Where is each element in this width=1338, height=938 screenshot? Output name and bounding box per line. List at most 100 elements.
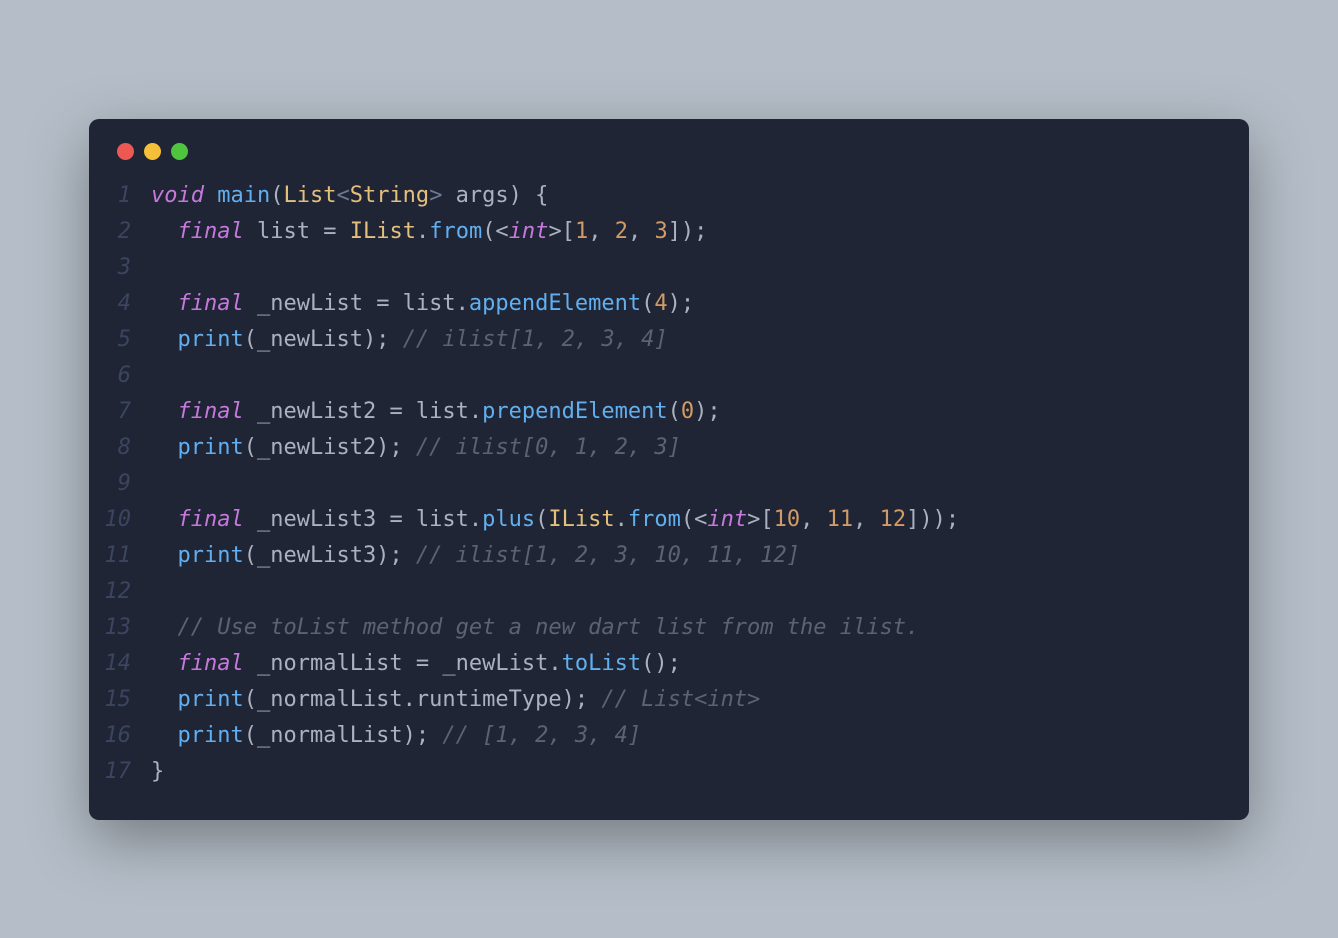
- line-number: 16: [89, 718, 151, 754]
- token-kw-int: int: [509, 219, 549, 244]
- code-line: 16 print(_normalList); // [1, 2, 3, 4]: [89, 718, 1229, 754]
- minimize-button[interactable]: [144, 143, 161, 160]
- token-punct: =: [323, 219, 336, 244]
- token-punct: ,: [853, 507, 880, 532]
- token-punct-dim: <: [336, 183, 349, 208]
- code-content: [151, 250, 1229, 286]
- code-content: [151, 574, 1229, 610]
- token-ident: _normalList: [244, 651, 416, 676]
- token-num: 10: [774, 507, 801, 532]
- line-number: 14: [89, 646, 151, 682]
- token-punct: =: [416, 651, 429, 676]
- code-line: 5 print(_newList); // ilist[1, 2, 3, 4]: [89, 322, 1229, 358]
- code-content: final list = IList.from(<int>[1, 2, 3]);: [151, 214, 1229, 250]
- token-method: from: [429, 219, 482, 244]
- token-punct: [151, 507, 178, 532]
- token-punct: (: [270, 183, 283, 208]
- token-punct: ]));: [906, 507, 959, 532]
- token-method: from: [628, 507, 681, 532]
- code-line: 4 final _newList = list.appendElement(4)…: [89, 286, 1229, 322]
- code-line: 10 final _newList3 = list.plus(IList.fro…: [89, 502, 1229, 538]
- token-call: print: [178, 435, 244, 460]
- code-line: 7 final _newList2 = list.prependElement(…: [89, 394, 1229, 430]
- token-kw-final: final: [178, 291, 244, 316]
- line-number: 1: [89, 178, 151, 214]
- token-num: 11: [827, 507, 854, 532]
- token-punct: (: [535, 507, 548, 532]
- token-punct: >[: [747, 507, 774, 532]
- token-num: 0: [681, 399, 694, 424]
- token-ident: [336, 219, 349, 244]
- token-fn-main: main: [217, 183, 270, 208]
- code-line: 14 final _normalList = _newList.toList()…: [89, 646, 1229, 682]
- token-call: print: [178, 723, 244, 748]
- token-kw-void: void: [151, 183, 204, 208]
- token-ident: list.: [403, 507, 482, 532]
- token-punct: [204, 183, 217, 208]
- token-punct-dim: >: [429, 183, 442, 208]
- token-ident: list.: [403, 399, 482, 424]
- line-number: 13: [89, 610, 151, 646]
- token-punct: (: [668, 399, 681, 424]
- token-punct: [151, 651, 178, 676]
- line-number: 10: [89, 502, 151, 538]
- code-content: print(_newList2); // ilist[0, 1, 2, 3]: [151, 430, 1229, 466]
- token-punct: );: [668, 291, 695, 316]
- token-num: 2: [615, 219, 628, 244]
- token-method: appendElement: [469, 291, 641, 316]
- token-ident: list.: [389, 291, 468, 316]
- token-punct: (_newList);: [244, 327, 403, 352]
- token-punct: (: [641, 291, 654, 316]
- token-punct: ,: [588, 219, 615, 244]
- line-number: 6: [89, 358, 151, 394]
- token-punct: (_normalList.runtimeType);: [244, 687, 602, 712]
- line-number: 7: [89, 394, 151, 430]
- token-punct: =: [376, 291, 389, 316]
- line-number: 17: [89, 754, 151, 790]
- code-content: [151, 466, 1229, 502]
- token-punct: [151, 435, 178, 460]
- token-punct: (_newList3);: [244, 543, 416, 568]
- token-punct: =: [389, 399, 402, 424]
- token-method: prependElement: [482, 399, 667, 424]
- line-number: 15: [89, 682, 151, 718]
- code-content: final _newList3 = list.plus(IList.from(<…: [151, 502, 1229, 538]
- token-punct: );: [694, 399, 721, 424]
- token-ident: _newList.: [429, 651, 561, 676]
- line-number: 4: [89, 286, 151, 322]
- token-punct: [151, 219, 178, 244]
- token-punct: [151, 543, 178, 568]
- token-type: IList: [548, 507, 614, 532]
- token-type: List: [283, 183, 336, 208]
- token-punct: [151, 291, 178, 316]
- line-number: 12: [89, 574, 151, 610]
- code-line: 9: [89, 466, 1229, 502]
- close-button[interactable]: [117, 143, 134, 160]
- token-comment: // Use toList method get a new dart list…: [178, 615, 920, 640]
- token-punct: ) {: [509, 183, 549, 208]
- token-punct: (_newList2);: [244, 435, 416, 460]
- token-punct: ,: [800, 507, 827, 532]
- token-method: plus: [482, 507, 535, 532]
- token-comment: // ilist[0, 1, 2, 3]: [416, 435, 681, 460]
- code-line: 11 print(_newList3); // ilist[1, 2, 3, 1…: [89, 538, 1229, 574]
- token-method: toList: [562, 651, 641, 676]
- code-editor[interactable]: 1void main(List<String> args) {2 final l…: [89, 178, 1249, 790]
- token-punct: [151, 399, 178, 424]
- maximize-button[interactable]: [171, 143, 188, 160]
- token-comment: // ilist[1, 2, 3, 4]: [403, 327, 668, 352]
- token-ident: _newList: [244, 291, 376, 316]
- token-ident: _newList3: [244, 507, 390, 532]
- token-punct: ,: [628, 219, 655, 244]
- code-line: 3: [89, 250, 1229, 286]
- code-content: final _newList2 = list.prependElement(0)…: [151, 394, 1229, 430]
- code-content: }: [151, 754, 1229, 790]
- line-number: 11: [89, 538, 151, 574]
- code-content: print(_newList); // ilist[1, 2, 3, 4]: [151, 322, 1229, 358]
- token-punct: (<: [681, 507, 708, 532]
- token-comment: // List<int>: [601, 687, 760, 712]
- token-punct: ();: [641, 651, 681, 676]
- token-kw-int: int: [707, 507, 747, 532]
- token-punct: .: [416, 219, 429, 244]
- token-kw-final: final: [178, 507, 244, 532]
